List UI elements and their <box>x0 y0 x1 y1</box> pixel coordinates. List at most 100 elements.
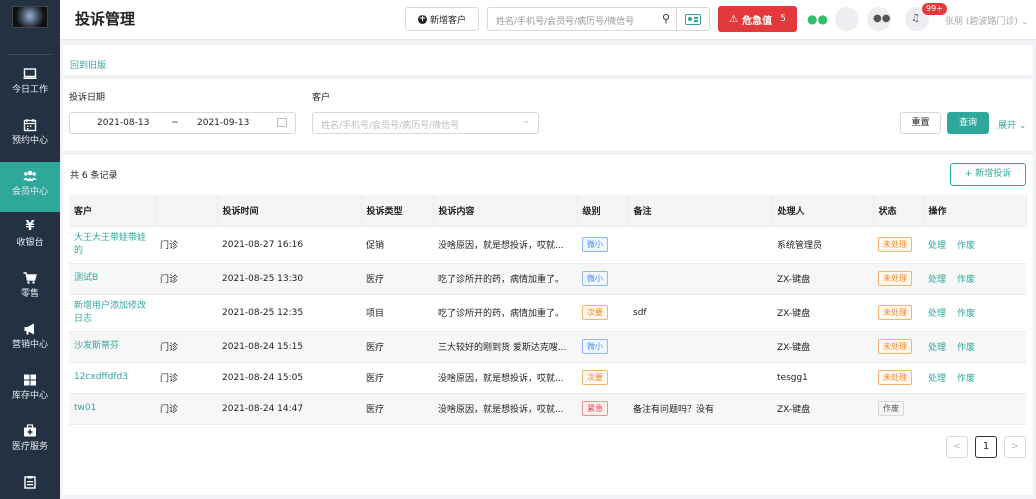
add-complaint-button[interactable]: + 新增投诉 <box>950 163 1026 186</box>
search-icon[interactable]: ⚲ <box>662 12 670 25</box>
group-users-icon: ●● <box>873 13 891 24</box>
void-link[interactable]: 作废 <box>957 309 975 319</box>
actions-cell: 处理 作废 <box>923 331 1026 363</box>
handler-cell: 系统管理员 <box>772 226 873 264</box>
table-row: 大王大王带娃带娃的 门诊 2021-08-27 16:16 促销 没啥原因，就是想投诉，… <box>69 226 1026 264</box>
complaint-content-cell: 吃了诊所开的药，病情加重了。 <box>433 294 577 332</box>
note-cell <box>628 263 772 295</box>
pagination-page-1[interactable]: 1 <box>975 436 997 458</box>
complaint-content-cell: 吃了诊所开的药，病情加重了。 <box>433 263 577 295</box>
emergency-value-button[interactable]: ⚠ 危急值 5 <box>718 6 797 32</box>
wechat-icon[interactable]: ●● <box>807 12 828 26</box>
status-badge: 未处理 <box>878 305 912 320</box>
column-header <box>155 195 218 227</box>
date-start[interactable]: 2021-08-13 <box>97 118 149 128</box>
clinic-cell: 门诊 <box>155 331 217 363</box>
id-card-scan-button[interactable] <box>677 7 710 31</box>
sidebar-item-medical[interactable]: 医疗服务 <box>0 417 60 467</box>
sidebar: 今日工作 预约中心 会员中心 ¥ 收银台 零售 营销中心 库存中心 医疗服务 <box>0 0 60 499</box>
sidebar-item-member[interactable]: 会员中心 <box>0 162 60 212</box>
note-cell: 备注有问题吗？没有 <box>628 393 772 425</box>
pagination-next-button[interactable]: > <box>1004 436 1026 458</box>
level-tag: 次要 <box>582 305 608 320</box>
expand-filters-link[interactable]: 展开 ⌄ <box>998 118 1026 131</box>
customer-name-link[interactable]: 大王大王带娃带娃的 <box>69 226 155 264</box>
date-range-picker[interactable]: 2021-08-13 ~ 2021-09-13 <box>69 112 296 134</box>
complaint-time-cell: 2021-08-25 12:35 <box>217 294 361 332</box>
chevron-down-icon: ⌄ <box>522 116 530 126</box>
user-menu[interactable]: 张朋 (碧波路门诊) ⌄ <box>945 14 1028 27</box>
sidebar-item-appointment[interactable]: 预约中心 <box>0 111 60 161</box>
customer-select[interactable]: 姓名/手机号/会员号/病历号/微信号 ⌄ <box>312 112 539 134</box>
group-button[interactable]: ●● <box>867 7 891 31</box>
sidebar-item-more[interactable] <box>0 468 60 499</box>
complaint-time-cell: 2021-08-24 14:47 <box>217 393 361 425</box>
handler-cell: ZX-键盘 <box>772 294 873 332</box>
column-header: 备注 <box>628 195 773 227</box>
complaint-list-panel: 共 6 条记录 + 新增投诉 客户 投诉时间 投诉类型 投诉内容 级别 备注 处… <box>63 155 1033 495</box>
status-cell: 未处理 <box>873 294 923 332</box>
clinic-cell: 门诊 <box>155 393 217 425</box>
reset-button[interactable]: 重置 <box>900 112 941 134</box>
status-cell: 未处理 <box>873 226 923 264</box>
megaphone-icon <box>23 322 37 336</box>
date-end[interactable]: 2021-09-13 <box>197 118 249 128</box>
query-button[interactable]: 查询 <box>947 112 989 134</box>
date-separator: ~ <box>171 118 179 128</box>
customer-name-link[interactable]: 沙发斯蒂芬 <box>69 331 155 363</box>
customer-name-link[interactable]: 新增用户添加修改日志 <box>69 294 155 332</box>
clinic-cell: 门诊 <box>155 362 217 394</box>
void-link[interactable]: 作废 <box>957 374 975 384</box>
customer-name-link[interactable]: tw01 <box>69 393 155 425</box>
back-to-old-version-link[interactable]: 回到旧版 <box>70 58 106 71</box>
notification-badge: 99+ <box>922 3 947 15</box>
handle-link[interactable]: 处理 <box>928 374 946 384</box>
emergency-count: 5 <box>780 14 786 24</box>
table-row: 测试B 门诊 2021-08-25 13:30 医疗 吃了诊所开的药，病情加重了。 微小 Z… <box>69 263 1026 295</box>
users-icon <box>23 169 37 183</box>
sidebar-item-marketing[interactable]: 营销中心 <box>0 315 60 365</box>
level-cell: 微小 <box>577 331 628 363</box>
column-header: 投诉类型 <box>361 195 434 227</box>
table-header-row: 客户 投诉时间 投诉类型 投诉内容 级别 备注 处理人 状态 操作 <box>69 195 1027 227</box>
sidebar-item-inventory[interactable]: 库存中心 <box>0 366 60 416</box>
record-count: 共 6 条记录 <box>70 171 118 181</box>
customer-name-link[interactable]: 测试B <box>69 263 155 295</box>
clinic-cell: 门诊 <box>155 226 217 264</box>
sidebar-item-cashier[interactable]: ¥ 收银台 <box>0 213 60 263</box>
logo[interactable] <box>12 6 48 28</box>
cart-icon <box>23 271 37 285</box>
level-cell: 次要 <box>577 362 628 394</box>
void-link[interactable]: 作废 <box>957 343 975 353</box>
note-cell: sdf <box>628 294 772 332</box>
new-customer-button[interactable]: + 新增客户 <box>405 7 479 31</box>
monitor-icon <box>23 67 37 81</box>
handle-link[interactable]: 处理 <box>928 343 946 353</box>
handle-link[interactable]: 处理 <box>928 241 946 251</box>
sidebar-item-retail[interactable]: 零售 <box>0 264 60 314</box>
table-row: 12cxdffdfd3 门诊 2021-08-24 15:05 医疗 没啥原因，就是想投… <box>69 362 1026 394</box>
void-link[interactable]: 作废 <box>957 241 975 251</box>
void-link[interactable]: 作废 <box>957 275 975 285</box>
table-body: 大王大王带娃带娃的 门诊 2021-08-27 16:16 促销 没啥原因，就是想投诉，… <box>69 226 1026 425</box>
header-search-input[interactable]: 姓名/手机号/会员号/病历号/微信号 ⚲ <box>487 7 677 31</box>
sidebar-item-today[interactable]: 今日工作 <box>0 60 60 110</box>
column-header: 客户 <box>69 195 156 227</box>
level-cell: 微小 <box>577 263 628 295</box>
customer-name-link[interactable]: 12cxdffdfd3 <box>69 362 155 394</box>
handler-cell: ZX-键盘 <box>772 393 873 425</box>
avatar[interactable] <box>835 7 859 31</box>
emergency-label: 危急值 <box>742 15 773 27</box>
complaint-type-cell: 项目 <box>361 294 433 332</box>
complaint-type-cell: 医疗 <box>361 393 433 425</box>
sidebar-divider <box>8 54 52 55</box>
status-badge: 未处理 <box>878 370 912 385</box>
complaint-type-cell: 医疗 <box>361 263 433 295</box>
handler-cell: ZX-键盘 <box>772 331 873 363</box>
pagination-prev-button[interactable]: < <box>946 436 968 458</box>
handle-link[interactable]: 处理 <box>928 275 946 285</box>
page-title: 投诉管理 <box>75 10 136 28</box>
complaint-time-cell: 2021-08-25 13:30 <box>217 263 361 295</box>
filter-panel: 投诉日期 客户 2021-08-13 ~ 2021-09-13 姓名/手机号/会… <box>63 79 1033 150</box>
handle-link[interactable]: 处理 <box>928 309 946 319</box>
